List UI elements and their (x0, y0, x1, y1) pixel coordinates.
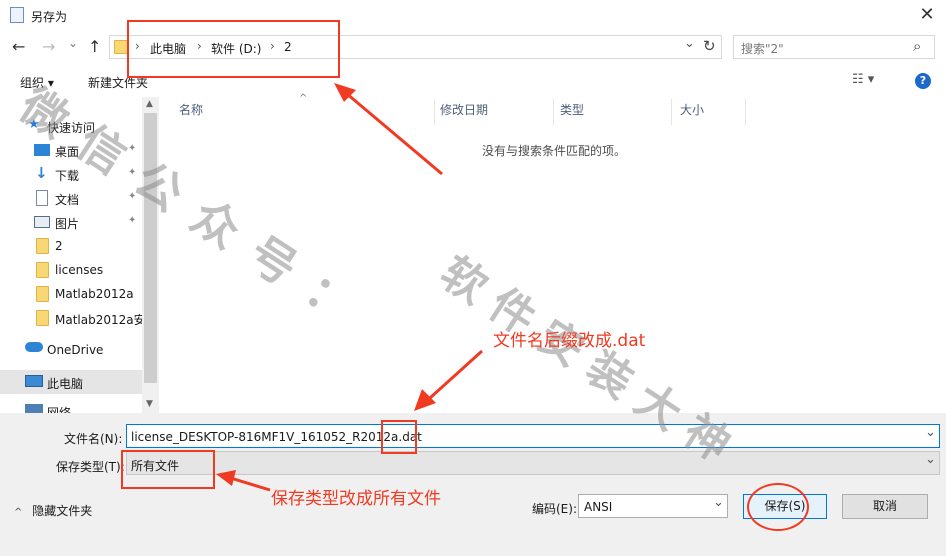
sort-chevron-icon: ^ (299, 93, 308, 104)
computer-icon (25, 375, 43, 387)
scroll-down-icon[interactable]: ▼ (146, 399, 153, 409)
hide-folders-label: 隐藏文件夹 (32, 504, 93, 518)
close-icon[interactable]: ✕ (915, 4, 939, 28)
filetype-label: 保存类型(T): (56, 460, 125, 474)
view-options-icon[interactable]: ☷ ▾ (852, 72, 874, 87)
address-arrow (334, 83, 443, 176)
filename-value: license_DESKTOP-816MF1V_161052_R2012a.da… (131, 430, 422, 444)
sidebar-item-folder-2[interactable]: 2 (0, 234, 142, 258)
filetype-arrow (216, 470, 271, 492)
filetype-annotation: 保存类型改成所有文件 (271, 489, 441, 509)
folder-icon (114, 40, 128, 54)
sidebar-item-label: Matlab2012a (55, 287, 134, 301)
sidebar-item-label: 图片 (55, 217, 80, 231)
forward-button[interactable]: → (42, 37, 55, 56)
encoding-dropdown-icon[interactable]: ⌄ (713, 495, 724, 510)
save-highlight-ellipse (747, 483, 809, 531)
sidebar-item-label: 2 (55, 239, 63, 253)
folder-icon (36, 286, 49, 302)
sidebar-item-pictures[interactable]: 图片 ✦ (0, 210, 142, 234)
cancel-button[interactable]: 取消 (842, 494, 928, 519)
folder-icon (36, 238, 49, 254)
encoding-label: 编码(E): (532, 502, 577, 516)
address-dropdown-icon[interactable]: ⌄ (684, 36, 695, 51)
encoding-value: ANSI (584, 500, 613, 514)
sidebar-item-matlab2012a[interactable]: Matlab2012a (0, 282, 142, 306)
network-icon (25, 404, 43, 413)
sidebar-item-matlab2012a-install[interactable]: Matlab2012a安 (0, 306, 146, 330)
filetype-highlight-box (121, 450, 215, 489)
filename-dropdown-icon[interactable]: ⌄ (925, 425, 936, 440)
cloud-icon (25, 342, 43, 352)
empty-message: 没有与搜索条件匹配的项。 (482, 144, 627, 158)
up-button[interactable]: ↑ (88, 37, 101, 56)
suffix-arrow (414, 349, 484, 411)
recent-dropdown-icon[interactable]: ⌄ (68, 36, 78, 50)
window-title: 另存为 (31, 10, 68, 24)
sidebar-item-label: 此电脑 (47, 377, 84, 391)
suffix-annotation: 文件名后缀改成.dat (493, 331, 646, 351)
hide-folders-toggle[interactable]: ^ 隐藏文件夹 (14, 502, 92, 519)
chevron-up-icon: ^ (14, 507, 23, 518)
sidebar-item-label: licenses (55, 263, 104, 277)
picture-icon (34, 216, 50, 228)
column-header-name[interactable]: 名称 (179, 101, 203, 118)
sidebar-item-this-pc[interactable]: 此电脑 (0, 370, 142, 394)
folder-icon (36, 310, 49, 326)
scroll-up-icon[interactable]: ▲ (146, 99, 153, 109)
help-icon[interactable]: ? (915, 73, 931, 89)
sidebar-item-label: OneDrive (47, 343, 104, 357)
document-icon (36, 190, 48, 206)
suffix-highlight-box (381, 420, 417, 454)
sidebar-item-onedrive[interactable]: OneDrive (0, 338, 142, 362)
address-highlight-box (127, 20, 340, 78)
sidebar-item-label: 下载 (55, 169, 80, 183)
sidebar-item-licenses[interactable]: licenses (0, 258, 142, 282)
download-icon: ↓ (35, 164, 48, 182)
refresh-icon[interactable]: ↻ (703, 37, 716, 55)
filetype-dropdown-icon[interactable]: ⌄ (925, 452, 936, 467)
column-divider (553, 99, 554, 125)
sidebar-item-label: 文档 (55, 193, 80, 207)
search-icon[interactable]: ⌕ (913, 37, 921, 55)
sidebar-item-label: Matlab2012a安 (55, 313, 146, 327)
sidebar-item-label: 网络 (47, 406, 72, 413)
column-divider (671, 99, 672, 125)
folder-icon (36, 262, 49, 278)
search-input[interactable]: 搜索"2" (741, 40, 784, 57)
back-button[interactable]: ← (12, 37, 25, 56)
column-header-size[interactable]: 大小 (680, 101, 704, 118)
column-divider (745, 99, 746, 125)
window-icon (10, 7, 24, 23)
filename-label: 文件名(N): (64, 432, 123, 446)
pin-icon: ✦ (128, 215, 137, 226)
column-header-type[interactable]: 类型 (560, 101, 584, 118)
sidebar-item-network[interactable]: 网络 (0, 398, 142, 413)
